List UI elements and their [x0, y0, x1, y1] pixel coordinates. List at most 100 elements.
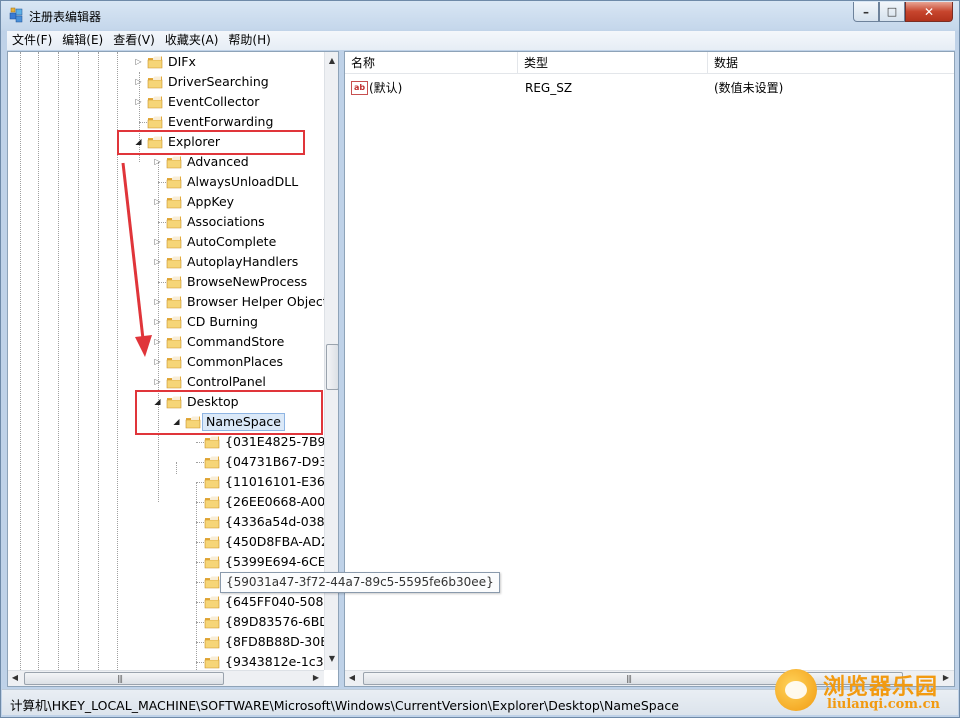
menu-view[interactable]: 查看(V) — [108, 31, 160, 50]
folder-icon — [166, 295, 182, 309]
minimize-icon: – — [863, 4, 869, 19]
tree-item-label: AutoComplete — [187, 234, 277, 249]
column-header-type[interactable]: 类型 — [518, 52, 708, 74]
menu-edit[interactable]: 编辑(E) — [57, 31, 108, 50]
close-button[interactable]: ✕ — [905, 2, 953, 22]
folder-icon — [204, 515, 220, 529]
tree-item-label: DriverSearching — [168, 74, 269, 89]
folder-icon — [166, 375, 182, 389]
folder-icon — [166, 335, 182, 349]
tree-item[interactable]: EventForwarding — [8, 112, 324, 132]
folder-icon — [166, 175, 182, 189]
tree-item-label: BrowseNewProcess — [187, 274, 308, 289]
tree-item[interactable]: ▷ ControlPanel — [8, 372, 324, 392]
folder-icon — [204, 455, 220, 469]
tree-item-label: {04731B67-D933 — [225, 454, 336, 469]
tree-item[interactable]: Associations — [8, 212, 324, 232]
expand-arrow-icon[interactable]: ▷ — [134, 77, 143, 86]
tree-item[interactable]: {8FD8B88D-30E1 — [8, 632, 336, 652]
column-header-data[interactable]: 数据 — [708, 52, 954, 74]
folder-icon — [147, 55, 163, 69]
folder-icon — [147, 115, 163, 129]
menu-favorites[interactable]: 收藏夹(A) — [160, 31, 224, 50]
tree-item[interactable]: ▷ AppKey — [8, 192, 324, 212]
tree-item[interactable]: {11016101-E366- — [8, 472, 337, 492]
watermark-subtitle: liulanqi.com.cn — [827, 697, 940, 712]
tree-item-label: EventCollector — [168, 94, 260, 109]
folder-icon — [147, 75, 163, 89]
value-data: (数值未设置) — [714, 81, 784, 95]
tree-item[interactable]: {031E4825-7B94- — [8, 432, 338, 452]
tooltip: {59031a47-3f72-44a7-89c5-5595fe6b30ee} — [220, 572, 500, 593]
tree-item[interactable]: ▷ CD Burning — [8, 312, 324, 332]
tree-item[interactable]: {645FF040-5081- — [8, 592, 336, 612]
value-name: (默认) — [369, 81, 403, 95]
highlight-box-desktop-namespace — [135, 390, 323, 435]
expand-arrow-icon[interactable]: ▷ — [134, 97, 143, 106]
tree-item[interactable]: ▷ Browser Helper Objects — [8, 292, 334, 312]
tree-item[interactable]: ▷ AutoComplete — [8, 232, 324, 252]
scroll-left-icon[interactable]: ◀ — [8, 671, 22, 685]
string-value-icon: ab — [351, 81, 368, 95]
registry-editor-window: 注册表编辑器 – □ ✕ 文件(F) 编辑(E) 查看(V) 收藏夹(A) 帮助… — [0, 0, 960, 718]
tree-item-label: {89D83576-6BD1 — [225, 614, 337, 629]
tree-item-label: {5399E694-6CE5- — [225, 554, 339, 569]
folder-icon — [204, 475, 220, 489]
folder-icon — [147, 95, 163, 109]
tree-item[interactable]: {89D83576-6BD1 — [8, 612, 337, 632]
tree-item-label: DIFx — [168, 54, 196, 69]
folder-icon — [166, 195, 182, 209]
title-bar: 注册表编辑器 – □ ✕ — [1, 1, 959, 31]
tree-item[interactable]: ▷ EventCollector — [8, 92, 324, 112]
tree-vertical-scroll-thumb[interactable] — [326, 344, 338, 390]
folder-icon — [204, 595, 220, 609]
scroll-up-icon[interactable]: ▲ — [325, 54, 338, 68]
tree-item[interactable]: {9343812e-1c37- — [8, 652, 336, 672]
tree-item[interactable]: {4336a54d-038b- — [8, 512, 337, 532]
folder-icon — [204, 535, 220, 549]
tree-item-label: AppKey — [187, 194, 235, 209]
tree-item[interactable]: AlwaysUnloadDLL — [8, 172, 324, 192]
folder-icon — [166, 255, 182, 269]
tree-item-label: {645FF040-5081- — [225, 594, 336, 609]
menu-help[interactable]: 帮助(H) — [223, 31, 275, 50]
column-header-name[interactable]: 名称 — [345, 52, 518, 74]
tree-horizontal-scroll-thumb[interactable]: ||| — [24, 672, 224, 685]
scroll-down-icon[interactable]: ▼ — [325, 652, 338, 666]
menu-file[interactable]: 文件(F) — [7, 31, 57, 50]
list-row[interactable]: ab (默认) REG_SZ (数值未设置) — [345, 78, 954, 98]
tree-item[interactable]: ▷ DIFx — [8, 52, 324, 72]
minimize-button[interactable]: – — [853, 2, 879, 22]
maximize-button[interactable]: □ — [879, 2, 905, 22]
tree-item[interactable]: ▷ CommandStore — [8, 332, 324, 352]
tree-item-label: CommandStore — [187, 334, 285, 349]
folder-icon — [204, 575, 220, 589]
folder-icon — [166, 215, 182, 229]
tree-item-label: EventForwarding — [168, 114, 274, 129]
tree-item[interactable]: {450D8FBA-AD25 — [8, 532, 337, 552]
value-type: REG_SZ — [525, 81, 573, 95]
tree-item[interactable]: ▷ Advanced — [8, 152, 324, 172]
expand-arrow-icon[interactable]: ▷ — [153, 377, 162, 386]
tree-item-label: {4336a54d-038b- — [225, 514, 338, 529]
tree-item[interactable]: {04731B67-D933 — [8, 452, 335, 472]
tree-item[interactable]: BrowseNewProcess — [8, 272, 324, 292]
tree-item-label: Advanced — [187, 154, 249, 169]
scroll-left-icon[interactable]: ◀ — [345, 671, 359, 685]
tree-item[interactable]: ▷ AutoplayHandlers — [8, 252, 324, 272]
tree-item[interactable]: {5399E694-6CE5- — [8, 552, 338, 572]
tree-item[interactable]: {26EE0668-A00A- — [8, 492, 338, 512]
tree-item-label: {11016101-E366- — [225, 474, 338, 489]
tree-horizontal-scrollbar[interactable]: ◀ ||| ▶ — [8, 670, 324, 686]
tree-item-label: {8FD8B88D-30E1 — [225, 634, 337, 649]
tree-item-label: Browser Helper Objects — [187, 294, 335, 309]
tree-item[interactable]: ▷ DriverSearching — [8, 72, 324, 92]
current-key-path: 计算机\HKEY_LOCAL_MACHINE\SOFTWARE\Microsof… — [10, 698, 679, 713]
expand-arrow-icon[interactable]: ▷ — [134, 57, 143, 66]
folder-icon — [166, 155, 182, 169]
scroll-right-icon[interactable]: ▶ — [309, 671, 323, 685]
tree-item[interactable]: ▷ CommonPlaces — [8, 352, 324, 372]
tree-item-label: ControlPanel — [187, 374, 266, 389]
tree-item-label: {031E4825-7B94- — [225, 434, 338, 449]
folder-icon — [166, 355, 182, 369]
